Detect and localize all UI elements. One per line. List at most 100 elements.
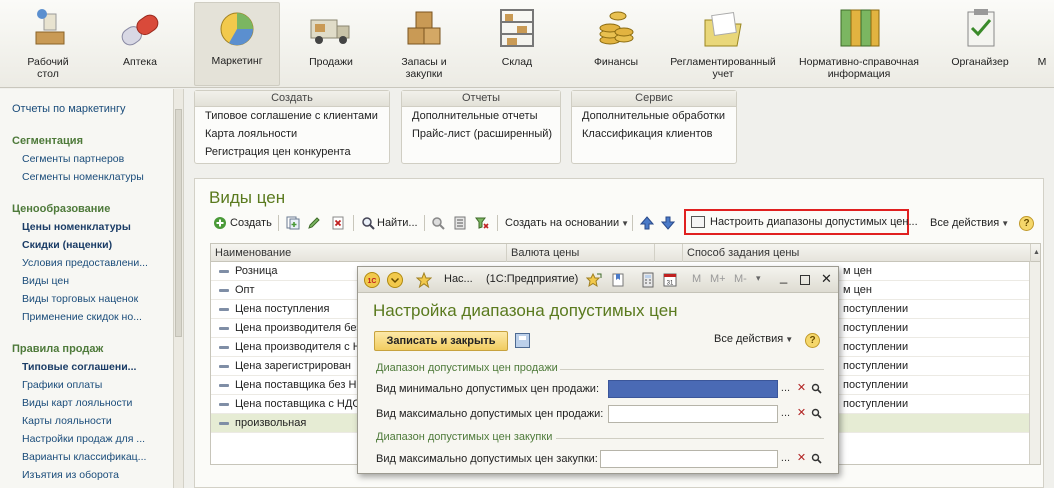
chevron-down-icon[interactable]: ▾ bbox=[756, 273, 761, 284]
sale-min-price-type-field[interactable] bbox=[608, 380, 778, 398]
help-button[interactable]: ? bbox=[805, 333, 820, 348]
list-icon[interactable] bbox=[453, 216, 467, 230]
nav-link-marketing-reports[interactable]: Отчеты по маркетингу bbox=[12, 103, 125, 115]
scroll-up-icon[interactable]: ▲ bbox=[1031, 244, 1040, 262]
column-header-price-method[interactable]: Способ задания цены bbox=[683, 244, 1031, 262]
left-nav-scrollbar[interactable] bbox=[173, 89, 183, 488]
help-button[interactable]: ? bbox=[1019, 216, 1034, 231]
memory-m-button[interactable]: M bbox=[692, 273, 701, 285]
calendar-icon[interactable]: 31 bbox=[662, 272, 678, 288]
edit-pencil-icon[interactable] bbox=[307, 216, 321, 230]
desk-icon bbox=[20, 4, 76, 52]
all-actions-dropdown[interactable]: Все действия ▼ bbox=[714, 333, 793, 345]
row-price-method: поступлении bbox=[843, 398, 909, 410]
section-warehouse[interactable]: Склад bbox=[484, 4, 550, 84]
find-button[interactable]: Найти... bbox=[377, 213, 418, 233]
group-divider bbox=[556, 438, 824, 439]
copy-icon[interactable] bbox=[286, 216, 300, 230]
arrow-up-icon[interactable] bbox=[640, 216, 654, 230]
star-arrow-icon[interactable] bbox=[586, 272, 602, 288]
nav-item-sales-settings[interactable]: Настройки продаж для ... bbox=[22, 433, 145, 445]
cmd-additional-processing[interactable]: Дополнительные обработки bbox=[572, 107, 736, 125]
nav-item-conditions[interactable]: Условия предоставлени... bbox=[22, 257, 148, 269]
section-desktop[interactable]: Рабочий стол bbox=[12, 4, 84, 84]
column-header-extra[interactable] bbox=[655, 244, 683, 262]
section-marketing[interactable]: Маркетинг bbox=[194, 2, 280, 86]
cmd-additional-reports[interactable]: Дополнительные отчеты bbox=[402, 107, 560, 125]
clear-icon[interactable]: ✕ bbox=[795, 380, 808, 398]
filter-clear-icon[interactable] bbox=[475, 216, 489, 230]
nav-group-pricing: Ценообразование bbox=[12, 203, 111, 215]
row-price-method: поступлении bbox=[843, 379, 909, 391]
cmd-competitor-prices[interactable]: Регистрация цен конкурента bbox=[195, 143, 389, 161]
column-header-currency[interactable]: Валюта цены bbox=[507, 244, 655, 262]
chevron-down-icon[interactable] bbox=[387, 272, 403, 288]
section-sales[interactable]: Продажи bbox=[296, 4, 366, 84]
nav-item-partner-segments[interactable]: Сегменты партнеров bbox=[22, 153, 124, 165]
nav-item-product-segments[interactable]: Сегменты номенклатуры bbox=[22, 171, 144, 183]
calculator-icon[interactable] bbox=[640, 272, 656, 288]
memory-plus-button[interactable]: M+ bbox=[710, 273, 726, 285]
section-organizer[interactable]: Органайзер bbox=[942, 4, 1018, 84]
memory-minus-button[interactable]: M- bbox=[734, 273, 747, 285]
sections-panel: Рабочий стол Аптека Маркетинг Продажи За… bbox=[0, 0, 1054, 88]
close-icon[interactable]: ✕ bbox=[821, 271, 832, 287]
search-icon[interactable] bbox=[810, 405, 823, 423]
clear-icon[interactable]: ✕ bbox=[795, 450, 808, 468]
section-stock-purchases[interactable]: Запасы и закупки bbox=[386, 4, 462, 84]
nav-item-payment-schedules[interactable]: Графики оплаты bbox=[22, 379, 102, 391]
section-pharmacy[interactable]: Аптека bbox=[100, 4, 180, 84]
1c-logo-icon[interactable]: 1С bbox=[364, 272, 380, 288]
nav-item-price-types[interactable]: Виды цен bbox=[22, 275, 69, 287]
search-icon[interactable] bbox=[810, 380, 823, 398]
row-item-icon bbox=[219, 384, 229, 387]
save-disk-icon[interactable] bbox=[515, 333, 530, 348]
sale-max-price-type-field[interactable] bbox=[608, 405, 778, 423]
create-based-on-dropdown[interactable]: Создать на основании ▼ bbox=[505, 213, 629, 233]
section-reference-info[interactable]: Нормативно-справочная информация bbox=[794, 4, 924, 84]
cancel-search-icon[interactable] bbox=[431, 216, 445, 230]
section-more[interactable]: М bbox=[1030, 4, 1054, 84]
nav-item-classification-variants[interactable]: Варианты классификац... bbox=[22, 451, 146, 463]
clear-icon[interactable]: ✕ bbox=[795, 405, 808, 423]
select-dots-button[interactable]: ... bbox=[779, 405, 792, 423]
nav-item-loyalty-card-types[interactable]: Виды карт лояльности bbox=[22, 397, 132, 409]
row-item-icon bbox=[219, 289, 229, 292]
section-label: Финансы bbox=[593, 56, 639, 68]
truck-icon bbox=[303, 4, 359, 52]
table-scrollbar[interactable] bbox=[1029, 262, 1040, 464]
minimize-icon[interactable]: _ bbox=[780, 269, 787, 284]
nav-item-discounts[interactable]: Скидки (наценки) bbox=[22, 239, 112, 251]
cmd-loyalty-card[interactable]: Карта лояльности bbox=[195, 125, 389, 143]
column-header-name[interactable]: Наименование bbox=[211, 244, 507, 262]
maximize-icon[interactable] bbox=[800, 275, 810, 285]
cmd-price-list[interactable]: Прайс-лист (расширенный) bbox=[402, 125, 560, 143]
arrow-down-icon[interactable] bbox=[661, 216, 675, 230]
section-label: Рабочий стол bbox=[27, 56, 69, 80]
configure-price-ranges-button[interactable]: Настроить диапазоны допустимых цен... bbox=[684, 209, 918, 235]
select-dots-button[interactable]: ... bbox=[779, 450, 792, 468]
star-icon[interactable] bbox=[416, 272, 432, 288]
scrollbar-thumb[interactable] bbox=[175, 109, 182, 337]
all-actions-dropdown[interactable]: Все действия ▼ bbox=[930, 213, 1009, 233]
save-and-close-button[interactable]: Записать и закрыть bbox=[374, 331, 508, 351]
command-group-reports: Отчеты Дополнительные отчеты Прайс-лист … bbox=[401, 90, 561, 164]
nav-item-item-prices[interactable]: Цены номенклатуры bbox=[22, 221, 131, 233]
nav-item-markup-types[interactable]: Виды торговых наценок bbox=[22, 293, 138, 305]
create-button[interactable]: Создать bbox=[230, 213, 272, 233]
select-dots-button[interactable]: ... bbox=[779, 380, 792, 398]
cmd-client-classification[interactable]: Классификация клиентов bbox=[572, 125, 736, 143]
search-icon[interactable] bbox=[810, 450, 823, 468]
cmd-standard-agreement[interactable]: Типовое соглашение с клиентами bbox=[195, 107, 389, 125]
purchase-max-price-type-field[interactable] bbox=[600, 450, 778, 468]
nav-item-loyalty-cards[interactable]: Карты лояльности bbox=[22, 415, 112, 427]
nav-item-discount-application[interactable]: Применение скидок но... bbox=[22, 311, 142, 323]
mark-delete-icon[interactable] bbox=[331, 216, 345, 230]
section-label: Маркетинг bbox=[211, 55, 263, 67]
section-finance[interactable]: Финансы bbox=[580, 4, 652, 84]
bookmark-icon[interactable] bbox=[610, 272, 626, 288]
nav-item-withdrawals[interactable]: Изъятия из оборота bbox=[22, 469, 119, 481]
section-regulated-accounting[interactable]: Регламентированный учет bbox=[664, 4, 782, 84]
nav-item-standard-agreements[interactable]: Типовые соглашени... bbox=[22, 361, 136, 373]
boxes-icon bbox=[396, 4, 452, 52]
